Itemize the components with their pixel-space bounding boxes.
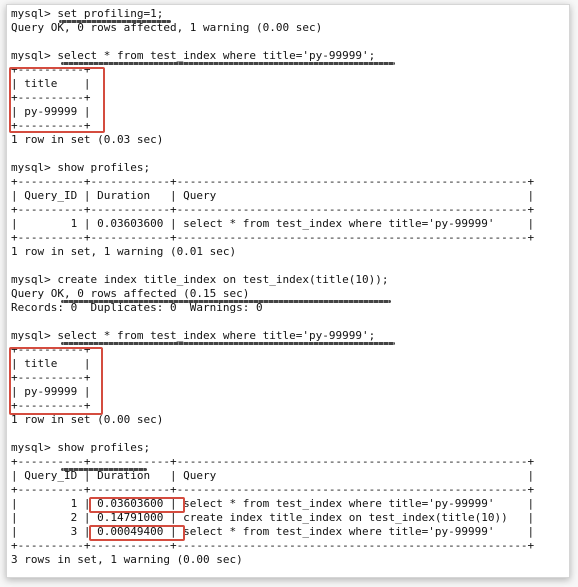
terminal-line: +----------+------------+---------------… <box>11 539 535 552</box>
terminal-line: | 3 | 0.00049400 | select * from test_in… <box>11 525 535 538</box>
terminal-line: +----------+ <box>11 119 91 132</box>
terminal-line: 1 row in set, 1 warning (0.01 sec) <box>11 245 237 258</box>
terminal-line: +----------+ <box>11 63 91 76</box>
terminal-line: | Query_ID | Duration | Query | <box>11 189 535 202</box>
terminal-line: Query OK, 0 rows affected (0.15 sec) <box>11 287 250 300</box>
terminal-line: | title | <box>11 357 91 370</box>
terminal-line: +----------+------------+---------------… <box>11 203 535 216</box>
underline-scribble <box>61 468 147 471</box>
terminal-line: Query OK, 0 rows affected, 1 warning (0.… <box>11 21 323 34</box>
terminal-line: | py-99999 | <box>11 385 91 398</box>
underline-scribble <box>61 300 391 303</box>
terminal-line: +----------+ <box>11 91 91 104</box>
underline-scribble <box>61 62 395 65</box>
terminal-line: mysql> show profiles; <box>11 441 151 454</box>
terminal-line: +----------+------------+---------------… <box>11 231 535 244</box>
terminal-line: 1 row in set (0.00 sec) <box>11 413 164 426</box>
terminal-line: +----------+ <box>11 343 91 356</box>
terminal-line: | 2 | 0.14791000 | create index title_in… <box>11 511 535 524</box>
terminal-line: Records: 0 Duplicates: 0 Warnings: 0 <box>11 301 263 314</box>
terminal-line: 1 row in set (0.03 sec) <box>11 133 164 146</box>
terminal-line: mysql> show profiles; <box>11 161 151 174</box>
terminal-line: | py-99999 | <box>11 105 91 118</box>
terminal-line: +----------+------------+---------------… <box>11 455 535 468</box>
terminal-line: +----------+------------+---------------… <box>11 175 535 188</box>
underline-scribble <box>59 20 171 23</box>
terminal-window[interactable]: mysql> set profiling=1; Query OK, 0 rows … <box>6 4 570 578</box>
terminal-line: 3 rows in set, 1 warning (0.00 sec) <box>11 553 243 566</box>
terminal-line: | Query_ID | Duration | Query | <box>11 469 535 482</box>
terminal-line: mysql> select * from test_index where ti… <box>11 49 376 62</box>
terminal-line: +----------+ <box>11 399 91 412</box>
terminal-line: +----------+ <box>11 371 91 384</box>
terminal-line: | 1 | 0.03603600 | select * from test_in… <box>11 217 535 230</box>
terminal-line: mysql> select * from test_index where ti… <box>11 329 376 342</box>
terminal-line: | 1 | 0.03603600 | select * from test_in… <box>11 497 535 510</box>
terminal-line: +----------+------------+---------------… <box>11 483 535 496</box>
terminal-line: | title | <box>11 77 91 90</box>
terminal-line: mysql> create index title_index on test_… <box>11 273 389 286</box>
terminal-line: mysql> set profiling=1; <box>11 7 164 20</box>
underline-scribble <box>61 342 395 345</box>
